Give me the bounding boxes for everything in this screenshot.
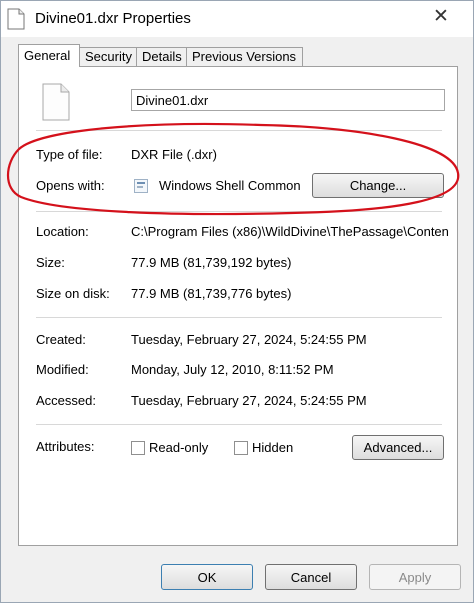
separator — [36, 317, 442, 318]
title-bar: Divine01.dxr Properties ✕ — [1, 1, 473, 37]
location-label: Location: — [36, 224, 89, 239]
size-on-disk-value: 77.9 MB (81,739,776 bytes) — [131, 286, 292, 301]
file-icon — [42, 83, 70, 121]
size-on-disk-label: Size on disk: — [36, 286, 110, 301]
file-name-input[interactable] — [131, 89, 445, 111]
hidden-label: Hidden — [252, 440, 294, 455]
created-label: Created: — [36, 332, 86, 347]
advanced-button[interactable]: Advanced... — [352, 435, 444, 460]
separator — [36, 130, 442, 131]
location-value: C:\Program Files (x86)\WildDivine\ThePas… — [131, 224, 449, 239]
accessed-value: Tuesday, February 27, 2024, 5:24:55 PM — [131, 393, 367, 408]
tab-strip: General Security Details Previous Versio… — [18, 44, 458, 67]
window-title: Divine01.dxr Properties — [35, 10, 191, 27]
ok-button[interactable]: OK — [161, 564, 253, 590]
shell-app-icon — [134, 179, 148, 193]
attributes-label: Attributes: — [36, 439, 95, 454]
type-of-file-value: DXR File (.dxr) — [131, 147, 217, 162]
cancel-button[interactable]: Cancel — [265, 564, 357, 590]
modified-value: Monday, July 12, 2010, 8:11:52 PM — [131, 362, 334, 377]
opens-with-value: Windows Shell Common — [159, 178, 301, 193]
document-icon — [7, 8, 25, 30]
tab-previous-versions[interactable]: Previous Versions — [186, 47, 303, 66]
change-button[interactable]: Change... — [312, 173, 444, 198]
type-of-file-label: Type of file: — [36, 147, 103, 162]
modified-label: Modified: — [36, 362, 89, 377]
tab-details[interactable]: Details — [136, 47, 187, 66]
read-only-label: Read-only — [149, 440, 209, 455]
apply-button[interactable]: Apply — [369, 564, 461, 590]
properties-window: Divine01.dxr Properties ✕ General Securi… — [0, 0, 474, 603]
size-label: Size: — [36, 255, 65, 270]
read-only-checkbox[interactable] — [131, 441, 145, 455]
accessed-label: Accessed: — [36, 393, 96, 408]
separator — [36, 424, 442, 425]
tab-general[interactable]: General — [18, 44, 80, 67]
tab-security[interactable]: Security — [79, 47, 137, 66]
created-value: Tuesday, February 27, 2024, 5:24:55 PM — [131, 332, 367, 347]
hidden-checkbox[interactable] — [234, 441, 248, 455]
close-icon[interactable]: ✕ — [433, 7, 449, 27]
opens-with-label: Opens with: — [36, 178, 105, 193]
separator — [36, 211, 442, 212]
size-value: 77.9 MB (81,739,192 bytes) — [131, 255, 292, 270]
general-panel: Type of file: DXR File (.dxr) Opens with… — [18, 66, 458, 546]
